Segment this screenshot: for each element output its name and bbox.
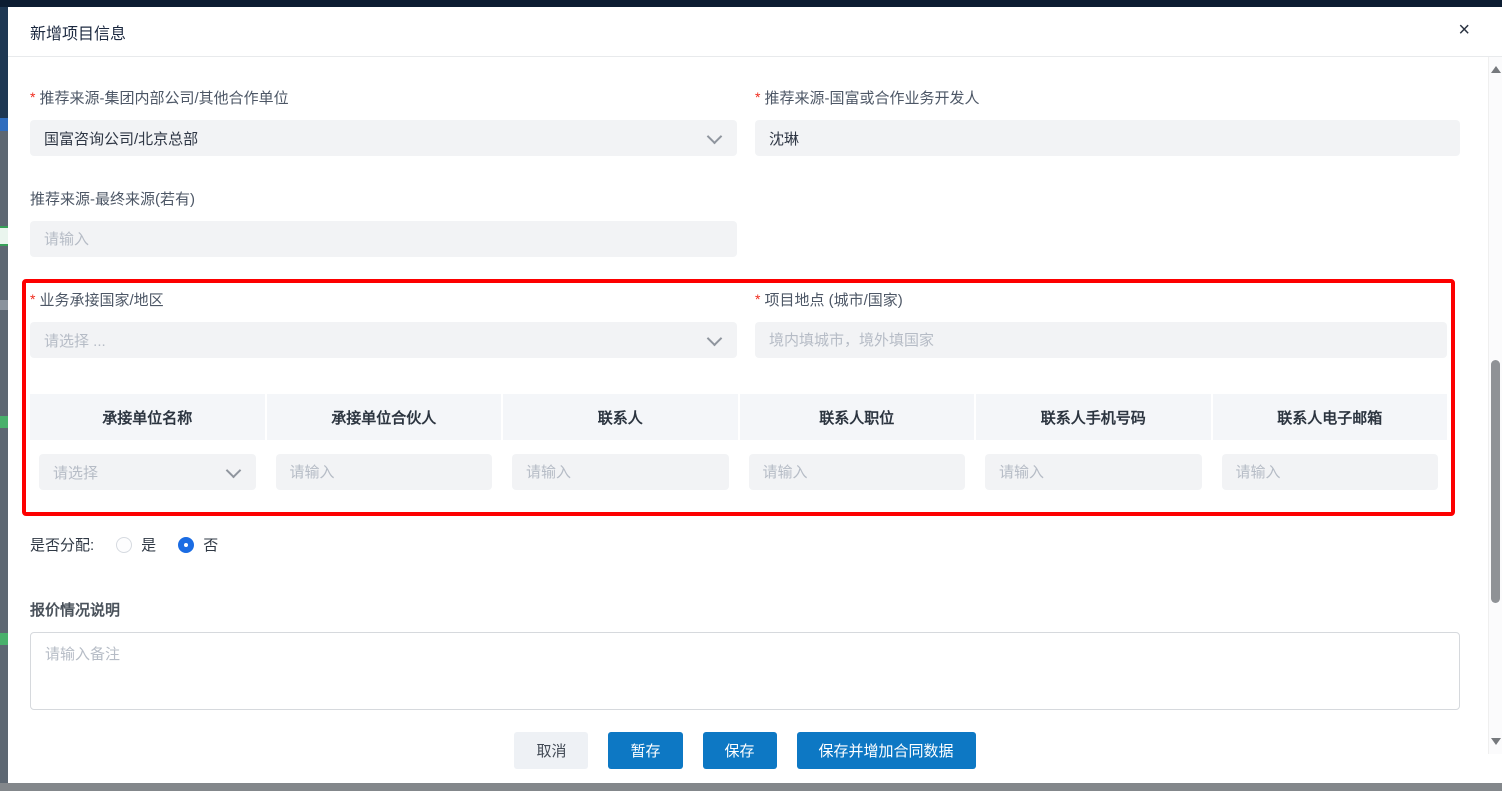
column-header-contact-phone: 联系人手机号码 <box>976 394 1211 440</box>
field-referral-developer: * 推荐来源-国富或合作业务开发人 <box>755 87 1460 156</box>
allocation-label: 是否分配: <box>30 537 95 554</box>
modal-footer: 取消 暂存 保存 保存并增加合同数据 <box>30 732 1460 769</box>
table-cell <box>739 440 974 504</box>
radio-selected-icon[interactable] <box>178 536 195 553</box>
allocation-row: 是否分配: 是 否 <box>30 534 1460 555</box>
field-label: * 推荐来源-国富或合作业务开发人 <box>755 87 1460 107</box>
referral-developer-label: 推荐来源-国富或合作业务开发人 <box>764 89 980 107</box>
highlighted-section: * 业务承接国家/地区 请选择 ... * 项目地点 (城市/国家) 境内填城市… <box>22 279 1455 516</box>
add-project-modal: 新增项目信息 × * 推荐来源-集团内部公司/其他合作单位 国富咨询公司/北京总… <box>8 7 1502 791</box>
field-referral-final-source: 推荐来源-最终来源(若有) <box>30 188 737 257</box>
behind-green-fragment <box>0 416 8 428</box>
radio-no-label: 否 <box>203 537 219 554</box>
required-asterisk: * <box>30 291 36 307</box>
unit-partner-input[interactable] <box>275 454 492 490</box>
referral-final-source-label: 推荐来源-最终来源(若有) <box>30 190 195 208</box>
save-and-add-contract-button[interactable]: 保存并增加合同数据 <box>796 732 976 769</box>
quotation-textarea[interactable] <box>30 632 1460 710</box>
required-asterisk: * <box>755 291 761 307</box>
radio-option-yes[interactable]: 是 <box>116 534 156 555</box>
page-behind-top-strip <box>0 0 1502 7</box>
field-project-location: * 项目地点 (城市/国家) <box>755 289 1447 358</box>
unit-name-select[interactable]: 请选择 <box>39 454 256 490</box>
column-header-contact: 联系人 <box>503 394 738 440</box>
contact-email-input[interactable] <box>1221 454 1438 490</box>
contact-title-input[interactable] <box>748 454 965 490</box>
field-referral-company: * 推荐来源-集团内部公司/其他合作单位 国富咨询公司/北京总部 <box>30 87 737 156</box>
chevron-down-icon <box>225 462 241 478</box>
referral-final-source-input[interactable] <box>30 221 737 257</box>
contractor-table: 承接单位名称 承接单位合伙人 联系人 联系人职位 联系人手机号码 联系人电子邮箱… <box>30 394 1447 504</box>
table-cell <box>1212 440 1447 504</box>
field-label: 推荐来源-最终来源(若有) <box>30 188 737 208</box>
behind-navy-fragment <box>0 0 8 118</box>
behind-blue-fragment <box>0 118 8 131</box>
required-asterisk: * <box>755 89 761 105</box>
scroll-up-icon[interactable] <box>1491 66 1501 73</box>
radio-option-no[interactable]: 否 <box>178 534 218 555</box>
column-header-contact-email: 联系人电子邮箱 <box>1212 394 1447 440</box>
column-header-unit-partner: 承接单位合伙人 <box>266 394 501 440</box>
project-location-input[interactable] <box>755 322 1447 358</box>
chevron-down-icon <box>706 128 723 144</box>
table-cell: 请选择 <box>30 440 265 504</box>
contact-input[interactable] <box>512 454 729 490</box>
field-business-country: * 业务承接国家/地区 请选择 ... <box>30 289 737 358</box>
modal-title: 新增项目信息 <box>30 25 127 43</box>
table-cell <box>266 440 501 504</box>
stash-button[interactable]: 暂存 <box>608 732 683 769</box>
cancel-button[interactable]: 取消 <box>514 732 589 769</box>
horizontal-scrollbar-thumb[interactable] <box>0 783 1502 791</box>
field-label: * 业务承接国家/地区 <box>30 289 737 309</box>
close-icon[interactable]: × <box>1458 20 1470 40</box>
scroll-down-icon[interactable] <box>1491 738 1501 745</box>
business-country-placeholder: 请选择 ... <box>44 332 106 350</box>
field-label: * 项目地点 (城市/国家) <box>755 289 1447 309</box>
project-location-label: 项目地点 (城市/国家) <box>764 291 903 309</box>
quotation-label: 报价情况说明 <box>30 602 121 619</box>
required-asterisk: * <box>30 89 36 105</box>
vertical-scrollbar[interactable] <box>1488 57 1502 754</box>
behind-light-fragment <box>0 300 8 310</box>
table-cell <box>503 440 738 504</box>
save-button[interactable]: 保存 <box>702 732 777 769</box>
unit-name-placeholder: 请选择 <box>53 464 99 482</box>
contact-phone-input[interactable] <box>985 454 1202 490</box>
referral-company-value: 国富咨询公司/北京总部 <box>44 130 199 148</box>
radio-unselected-icon[interactable] <box>116 536 133 553</box>
table-cell <box>976 440 1211 504</box>
business-country-select[interactable]: 请选择 ... <box>30 322 737 358</box>
behind-green-fragment <box>0 633 8 645</box>
business-country-label: 业务承接国家/地区 <box>39 291 164 309</box>
modal-body: * 推荐来源-集团内部公司/其他合作单位 国富咨询公司/北京总部 * 推荐来源-… <box>8 87 1460 769</box>
modal-header: 新增项目信息 × <box>8 7 1502 57</box>
field-label: * 推荐来源-集团内部公司/其他合作单位 <box>30 87 737 107</box>
column-header-unit-name: 承接单位名称 <box>30 394 265 440</box>
referral-company-select[interactable]: 国富咨询公司/北京总部 <box>30 120 737 156</box>
radio-yes-label: 是 <box>141 537 157 554</box>
scrollbar-thumb[interactable] <box>1491 360 1500 603</box>
behind-green-fragment <box>0 226 8 246</box>
column-header-contact-title: 联系人职位 <box>739 394 974 440</box>
chevron-down-icon <box>706 330 723 346</box>
referral-developer-input[interactable] <box>755 120 1460 156</box>
page-behind-left-strip <box>0 0 8 791</box>
referral-company-label: 推荐来源-集团内部公司/其他合作单位 <box>39 89 289 107</box>
